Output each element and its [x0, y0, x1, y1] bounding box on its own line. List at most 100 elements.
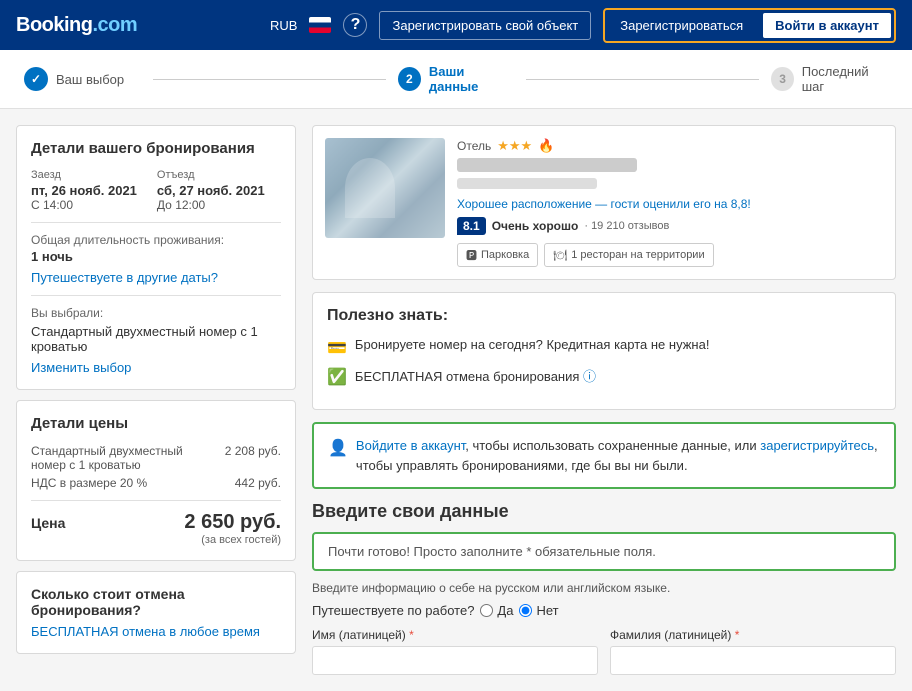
step1-circle: ✓: [24, 67, 48, 91]
progress-divider-1: [153, 79, 386, 80]
radio-yes[interactable]: [480, 604, 493, 617]
form-section-title: Введите свои данные: [312, 501, 896, 522]
parking-label: Парковка: [481, 249, 529, 261]
radio-yes-label: Да: [497, 603, 513, 618]
hotel-stars: ★★★: [497, 138, 532, 154]
last-name-input[interactable]: [610, 646, 896, 675]
step3-label: Последний шаг: [802, 64, 888, 94]
price-total-label: Цена: [31, 515, 65, 531]
checkin-block: Заезд пт, 26 нояб. 2021 С 14:00: [31, 169, 137, 212]
change-room-link[interactable]: Изменить выбор: [31, 360, 281, 375]
name-fields: Имя (латиницей) * Фамилия (латиницей) *: [312, 628, 896, 675]
checkout-time: До 12:00: [157, 198, 265, 212]
cancellation-card: Сколько стоит отмена бронирования? БЕСПЛ…: [16, 571, 296, 654]
register-property-button[interactable]: Зарегистрировать свой объект: [379, 11, 591, 40]
room-price-row: Стандартный двухместный номер с 1 кроват…: [31, 444, 281, 472]
vat-row: НДС в размере 20 % 442 руб.: [31, 476, 281, 490]
price-guests-note: (за всех гостей): [31, 534, 281, 546]
hotel-type-row: Отель ★★★ 🔥: [457, 138, 883, 154]
login-promo-box: 👤 Войдите в аккаунт, чтобы использовать …: [312, 422, 896, 489]
parking-icon: 🅿: [466, 247, 477, 263]
price-details-title: Детали цены: [31, 415, 281, 432]
hotel-type-label: Отель: [457, 139, 491, 153]
step2-circle: 2: [398, 67, 421, 91]
hotel-info: Отель ★★★ 🔥 Хорошее расположение — гости…: [457, 138, 883, 267]
first-name-field: Имя (латиницей) *: [312, 628, 598, 675]
checkin-date: пт, 26 нояб. 2021: [31, 183, 137, 198]
progress-step-3: 3 Последний шаг: [771, 64, 888, 94]
useful-info-item-1: 💳 Бронируете номер на сегодня? Кредитная…: [327, 337, 881, 358]
amenity-parking: 🅿 Парковка: [457, 243, 538, 267]
form-instruction: Введите информацию о себе на русском или…: [312, 581, 896, 595]
work-travel-row: Путешествуете по работе? Да Нет: [312, 603, 896, 618]
price-divider: [31, 500, 281, 501]
logo: Booking.com: [16, 14, 258, 37]
divider-1: [31, 222, 281, 223]
checkout-label: Отъезд: [157, 169, 265, 181]
login-promo-signin-link[interactable]: Войдите в аккаунт: [356, 438, 465, 453]
main-content: Детали вашего бронирования Заезд пт, 26 …: [0, 109, 912, 691]
radio-no-group: Нет: [519, 603, 558, 618]
login-promo-register-link[interactable]: зарегистрируйтесь: [760, 438, 874, 453]
radio-yes-group: Да: [480, 603, 513, 618]
hotel-name-blurred: [457, 158, 637, 172]
room-price-label: Стандартный двухместный номер с 1 кроват…: [31, 444, 191, 472]
step2-label: Ваши данные: [429, 64, 514, 94]
restaurant-icon: 🍽: [553, 249, 567, 262]
right-panel: Отель ★★★ 🔥 Хорошее расположение — гости…: [312, 125, 896, 675]
change-dates-link[interactable]: Путешествуете в другие даты?: [31, 270, 281, 285]
required-mark-2: *: [735, 628, 740, 642]
price-total-row: Цена 2 650 руб.: [31, 511, 281, 534]
rating-label: Очень хорошо: [492, 219, 579, 233]
required-mark-1: *: [409, 628, 414, 642]
checkin-label: Заезд: [31, 169, 137, 181]
cancellation-link[interactable]: БЕСПЛАТНАЯ отмена в любое время: [31, 624, 281, 639]
signin-button[interactable]: Зарегистрироваться: [608, 13, 755, 38]
step3-circle: 3: [771, 67, 793, 91]
hotel-image: [325, 138, 445, 238]
checkout-block: Отъезд сб, 27 нояб. 2021 До 12:00: [157, 169, 265, 212]
hotel-image-inner: [325, 138, 445, 238]
login-button[interactable]: Войти в аккаунт: [763, 13, 891, 38]
rating-badge: 8.1: [457, 217, 486, 235]
header: Booking.com RUB ? Зарегистрировать свой …: [0, 0, 912, 50]
amenities-row: 🅿 Парковка 🍽 1 ресторан на территории: [457, 243, 883, 267]
duration-value: 1 ночь: [31, 249, 281, 264]
room-price-value: 2 208 руб.: [225, 444, 281, 472]
room-section-label: Вы выбрали:: [31, 306, 281, 320]
last-name-label: Фамилия (латиницей) *: [610, 628, 896, 642]
progress-step-1: ✓ Ваш выбор: [24, 67, 141, 91]
booking-details-card: Детали вашего бронирования Заезд пт, 26 …: [16, 125, 296, 390]
step1-label: Ваш выбор: [56, 72, 124, 87]
room-name: Стандартный двухместный номер с 1 кроват…: [31, 324, 281, 354]
fire-icon: 🔥: [538, 138, 554, 154]
language-flag[interactable]: [309, 17, 331, 33]
currency-selector[interactable]: RUB: [270, 18, 297, 33]
last-name-field: Фамилия (латиницей) *: [610, 628, 896, 675]
hotel-card: Отель ★★★ 🔥 Хорошее расположение — гости…: [312, 125, 896, 280]
work-travel-question: Путешествуете по работе?: [312, 603, 474, 618]
help-button[interactable]: ?: [343, 13, 367, 37]
restaurant-label: 1 ресторан на территории: [571, 249, 704, 261]
progress-divider-2: [526, 79, 759, 80]
credit-card-icon: 💳: [327, 338, 347, 358]
vat-value: 442 руб.: [235, 476, 281, 490]
left-panel: Детали вашего бронирования Заезд пт, 26 …: [16, 125, 296, 675]
duration-label: Общая длительность проживания:: [31, 233, 281, 247]
price-total-value: 2 650 руб.: [184, 511, 281, 534]
useful-info-title: Полезно знать:: [327, 307, 881, 325]
booking-dates: Заезд пт, 26 нояб. 2021 С 14:00 Отъезд с…: [31, 169, 281, 212]
radio-no-label: Нет: [536, 603, 558, 618]
check-circle-icon: ✅: [327, 367, 347, 387]
useful-info-text-1: Бронируете номер на сегодня? Кредитная к…: [355, 337, 710, 352]
form-section: Введите свои данные Почти готово! Просто…: [312, 501, 896, 675]
first-name-input[interactable]: [312, 646, 598, 675]
hotel-rating-row: 8.1 Очень хорошо · 19 210 отзывов: [457, 217, 883, 235]
hotel-address-blurred: [457, 178, 597, 189]
hotel-location-good: Хорошее расположение — гости оценили его…: [457, 197, 883, 211]
login-promo-text: Войдите в аккаунт, чтобы использовать со…: [356, 436, 880, 475]
price-details-card: Детали цены Стандартный двухместный номе…: [16, 400, 296, 561]
radio-no[interactable]: [519, 604, 532, 617]
cancellation-info-link[interactable]: ⓘ: [583, 369, 596, 384]
first-name-label: Имя (латиницей) *: [312, 628, 598, 642]
